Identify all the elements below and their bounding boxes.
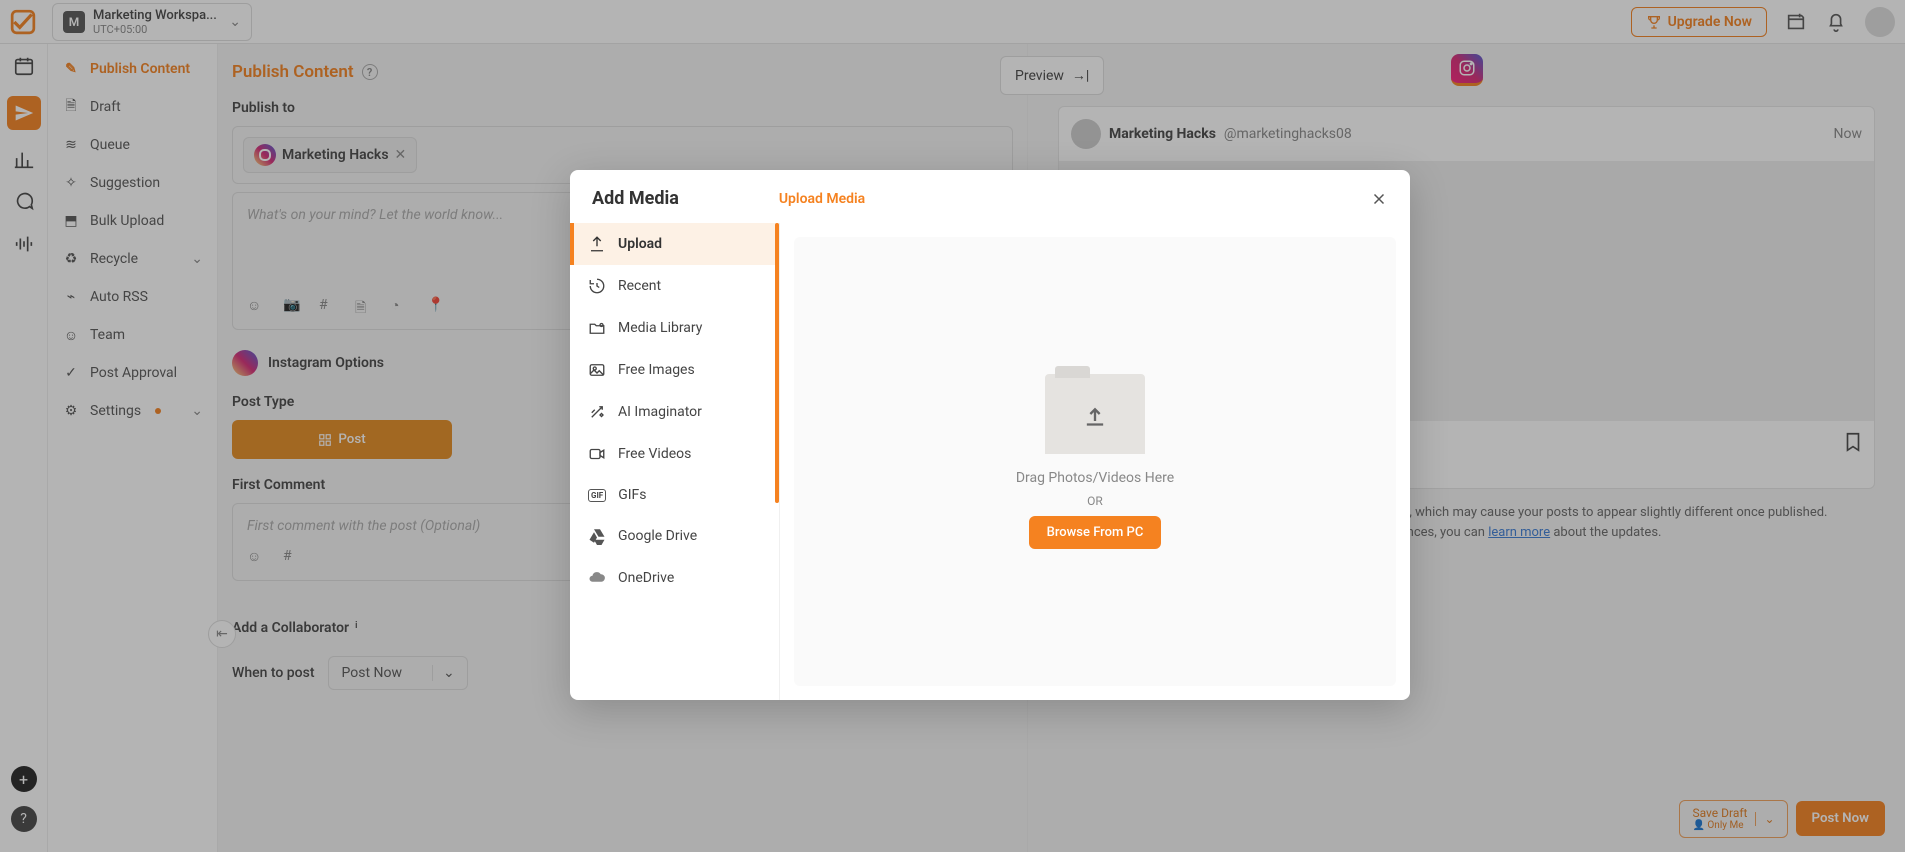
folder-upload-icon xyxy=(1045,374,1145,454)
video-icon xyxy=(588,445,606,463)
modal-title: Add Media xyxy=(592,188,679,209)
media-tab-recent[interactable]: Recent xyxy=(570,265,779,307)
media-tab-library[interactable]: Media Library xyxy=(570,307,779,349)
media-tab-free-images[interactable]: Free Images xyxy=(570,349,779,391)
google-drive-icon xyxy=(588,527,606,545)
media-tab-gifs[interactable]: GIFGIFs xyxy=(570,475,779,515)
browse-button[interactable]: Browse From PC xyxy=(1029,516,1162,549)
dropzone-text: Drag Photos/Videos Here xyxy=(1016,470,1174,486)
folder-icon xyxy=(588,319,606,337)
dropzone-or: OR xyxy=(1087,494,1103,508)
scroll-indicator xyxy=(775,223,779,503)
upload-dropzone[interactable]: Drag Photos/Videos Here OR Browse From P… xyxy=(794,237,1396,686)
upload-icon xyxy=(588,235,606,253)
media-tab-upload[interactable]: Upload xyxy=(570,223,779,265)
history-icon xyxy=(588,277,606,295)
gif-icon: GIF xyxy=(588,489,606,502)
sparkle-icon xyxy=(588,403,606,421)
image-icon xyxy=(588,361,606,379)
modal-subtitle: Upload Media xyxy=(779,191,865,207)
media-tab-onedrive[interactable]: OneDrive xyxy=(570,557,779,599)
media-tab-gdrive[interactable]: Google Drive xyxy=(570,515,779,557)
media-tab-free-videos[interactable]: Free Videos xyxy=(570,433,779,475)
add-media-modal: Add Media Upload Media Upload Recent Med… xyxy=(570,170,1410,700)
media-tab-ai[interactable]: AI Imaginator xyxy=(570,391,779,433)
close-icon[interactable] xyxy=(1370,190,1388,208)
onedrive-icon xyxy=(588,569,606,587)
